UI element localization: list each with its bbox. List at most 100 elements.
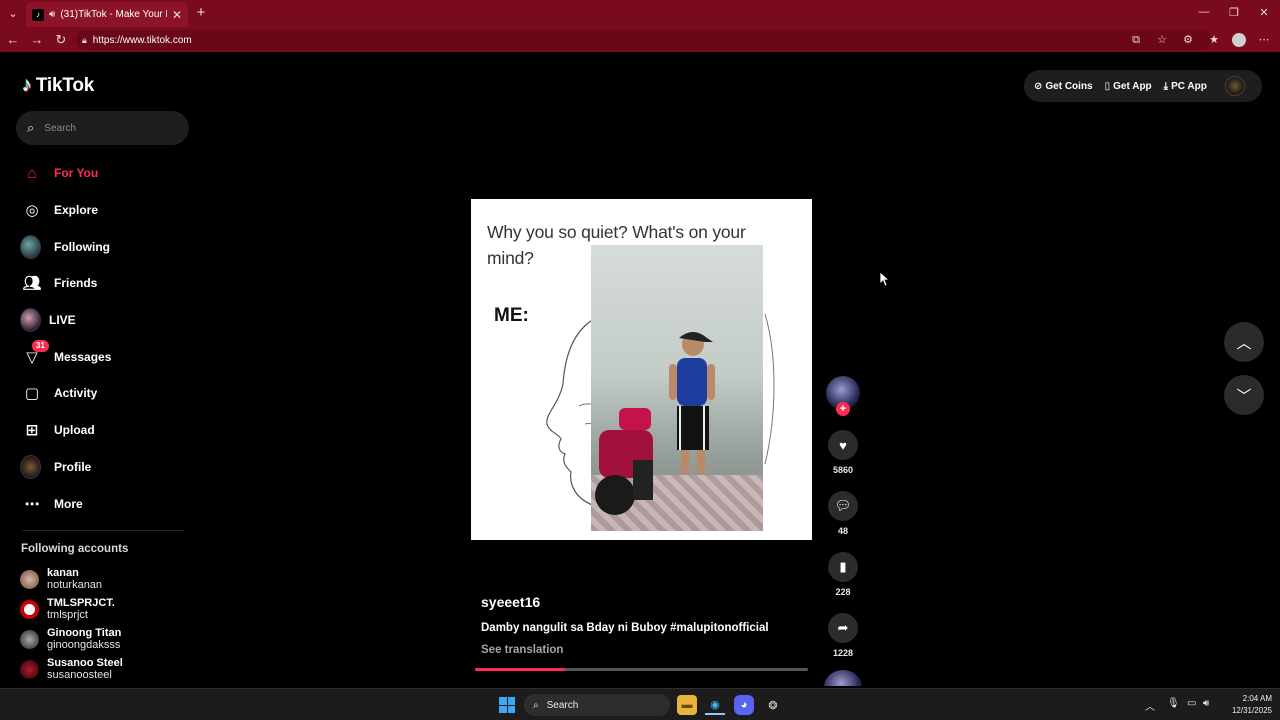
tiktok-note-icon: ♪ (22, 74, 32, 96)
get-app-button[interactable]: ▯ Get App (1105, 81, 1152, 92)
browser-chrome: ⌄ ♪ 🔊︎ (31)TikTok - Make Your Day ✕ + — … (0, 0, 1280, 52)
search-input[interactable] (44, 122, 165, 134)
app-icon[interactable]: ❂ (763, 695, 783, 715)
minimize-button[interactable]: — (1196, 6, 1212, 18)
music-disc[interactable] (824, 670, 862, 686)
sidebar-item-live[interactable]: LIVE (18, 302, 188, 339)
sidebar-item-friends[interactable]: 👥︎ Friends (18, 265, 188, 302)
sidebar-item-activity[interactable]: ▢ Activity (18, 375, 188, 412)
search-icon: ⌕ (27, 120, 35, 135)
extensions-icon[interactable]: ⚙ (1180, 31, 1196, 49)
windows-taskbar: ⌕ Search ▬ ◉ ◕ ❂ ︿ 🎙︎ ▭ 🔊︎ 2:04 AM 12/31… (0, 688, 1280, 720)
taskbar-search[interactable]: ⌕ Search (524, 694, 670, 716)
list-item[interactable]: Ginoong Titan ginoongdaksss (20, 624, 190, 654)
pc-app-label: PC App (1171, 80, 1207, 92)
tiktok-logo[interactable]: ♪ TikTok (22, 74, 94, 97)
edge-browser-icon[interactable]: ◉ (705, 695, 725, 715)
new-tab-button[interactable]: + (193, 4, 209, 22)
heart-icon: ♥ (839, 437, 847, 453)
sidebar-item-label: Upload (54, 423, 95, 438)
mouse-cursor-icon (880, 272, 890, 287)
video-photo (591, 245, 763, 531)
tab-actions-icon[interactable]: ⌄ (4, 4, 22, 22)
favorite-star-icon[interactable]: ☆ (1154, 31, 1170, 49)
follow-plus-icon[interactable]: + (836, 402, 850, 416)
previous-video-button[interactable]: ︿ (1224, 322, 1264, 362)
like-button[interactable]: ♥ (828, 430, 858, 460)
compass-icon: ◎ (25, 202, 39, 220)
sidebar-item-more[interactable]: ⋯ More (18, 485, 188, 522)
speaker-icon[interactable]: 🔊︎ (49, 9, 55, 20)
sidebar-item-upload[interactable]: ⊞ Upload (18, 412, 188, 449)
sidebar-item-label: Following (54, 239, 110, 254)
account-handle: ginoongdaksss (47, 639, 121, 651)
avatar (20, 659, 39, 679)
avatar (20, 629, 39, 649)
sidebar-item-following[interactable]: Following (18, 228, 188, 265)
reload-icon[interactable]: ↻ (52, 31, 70, 49)
video-author[interactable]: syeeet16 (481, 594, 540, 610)
account-name: Susanoo Steel (47, 657, 123, 669)
browser-profile-avatar[interactable] (1232, 33, 1246, 47)
list-item[interactable]: TMLSPRJCT. tmlsprjct (20, 594, 190, 624)
next-video-button[interactable]: ﹀ (1224, 375, 1264, 415)
address-bar-icons: ⧉ ☆ ⚙ ★ ⋯ (1128, 31, 1272, 49)
browser-tab[interactable]: ♪ 🔊︎ (31)TikTok - Make Your Day ✕ (26, 2, 188, 27)
browser-menu-icon[interactable]: ⋯ (1256, 31, 1272, 49)
system-clock[interactable]: 2:04 AM 12/31/2025 (1220, 693, 1272, 717)
discord-icon[interactable]: ◕ (734, 695, 754, 715)
sidebar-nav: ⌂ For You ◎ Explore Following 👥︎ Friends… (18, 155, 188, 522)
comment-button[interactable]: 💬︎ (828, 491, 858, 521)
windows-start-icon[interactable] (499, 697, 515, 713)
url-field[interactable]: 🔒︎ https://www.tiktok.com (76, 30, 1212, 50)
motorcycle-shape (595, 408, 653, 515)
upload-icon: ⊞ (25, 422, 39, 440)
creator-avatar[interactable]: + (826, 376, 860, 416)
live-avatar (20, 308, 41, 333)
sidebar-item-for-you[interactable]: ⌂ For You (18, 155, 188, 192)
list-item[interactable]: Susanoo Steel susanoosteel (20, 654, 190, 684)
avatar (20, 599, 39, 619)
account-handle: susanoosteel (47, 669, 112, 681)
sidebar-item-label: Explore (54, 203, 99, 218)
see-translation-link[interactable]: See translation (481, 644, 563, 656)
get-coins-button[interactable]: ⊘ Get Coins (1034, 81, 1093, 92)
favorites-icon[interactable]: ★ (1206, 31, 1222, 49)
user-avatar[interactable] (1224, 76, 1245, 96)
list-item[interactable]: kanan noturkanan (20, 564, 190, 594)
following-accounts-title: Following accounts (21, 543, 129, 555)
video-actions: + ♥ 5860 💬︎ 48 ▮ 228 ➦ 1228 (824, 376, 862, 686)
split-screen-icon[interactable]: ⧉ (1128, 31, 1144, 49)
messages-badge: 31 (32, 340, 49, 353)
account-name: kanan (47, 567, 79, 579)
save-button[interactable]: ▮ (828, 552, 858, 582)
forward-icon[interactable]: → (28, 31, 46, 49)
tray-chevron-icon[interactable]: ︿ (1145, 698, 1155, 713)
pc-app-button[interactable]: ⤓ PC App (1164, 81, 1207, 92)
tab-close-icon[interactable]: ✕ (172, 8, 182, 22)
sidebar-item-profile[interactable]: Profile (18, 449, 188, 486)
url-text: https://www.tiktok.com (92, 34, 192, 46)
save-count: 228 (835, 587, 851, 597)
video-progress-bar[interactable] (475, 668, 808, 671)
back-icon[interactable]: ← (4, 31, 22, 49)
close-window-button[interactable]: ✕ (1256, 6, 1272, 19)
share-button[interactable]: ➦ (828, 613, 858, 643)
get-app-label: Get App (1113, 80, 1152, 92)
sidebar-divider (22, 530, 184, 531)
tiktok-page: ♪ TikTok ⌕ ⌂ For You ◎ Explore Following… (4, 54, 1276, 686)
file-explorer-icon[interactable]: ▬ (677, 695, 697, 715)
video-player[interactable]: Why you so quiet? What's on your mind? M… (471, 199, 812, 540)
microphone-icon[interactable]: 🎙︎ (1167, 698, 1180, 709)
restore-button[interactable]: ❐ (1226, 6, 1242, 19)
account-name: TMLSPRJCT. (47, 597, 115, 609)
network-icon[interactable]: ▭ (1187, 698, 1196, 709)
sidebar-item-explore[interactable]: ◎ Explore (18, 192, 188, 229)
chevron-down-icon: ﹀ (1236, 387, 1252, 405)
clock-time: 2:04 AM (1242, 694, 1272, 703)
volume-icon[interactable]: 🔊︎ (1203, 698, 1209, 709)
video-description: Damby nangulit sa Bday ni Buboy #malupit… (481, 622, 769, 634)
chevron-up-icon: ︿ (1236, 334, 1252, 352)
following-avatar (20, 234, 41, 259)
sidebar-item-messages[interactable]: ▽ 31 Messages (18, 338, 188, 375)
